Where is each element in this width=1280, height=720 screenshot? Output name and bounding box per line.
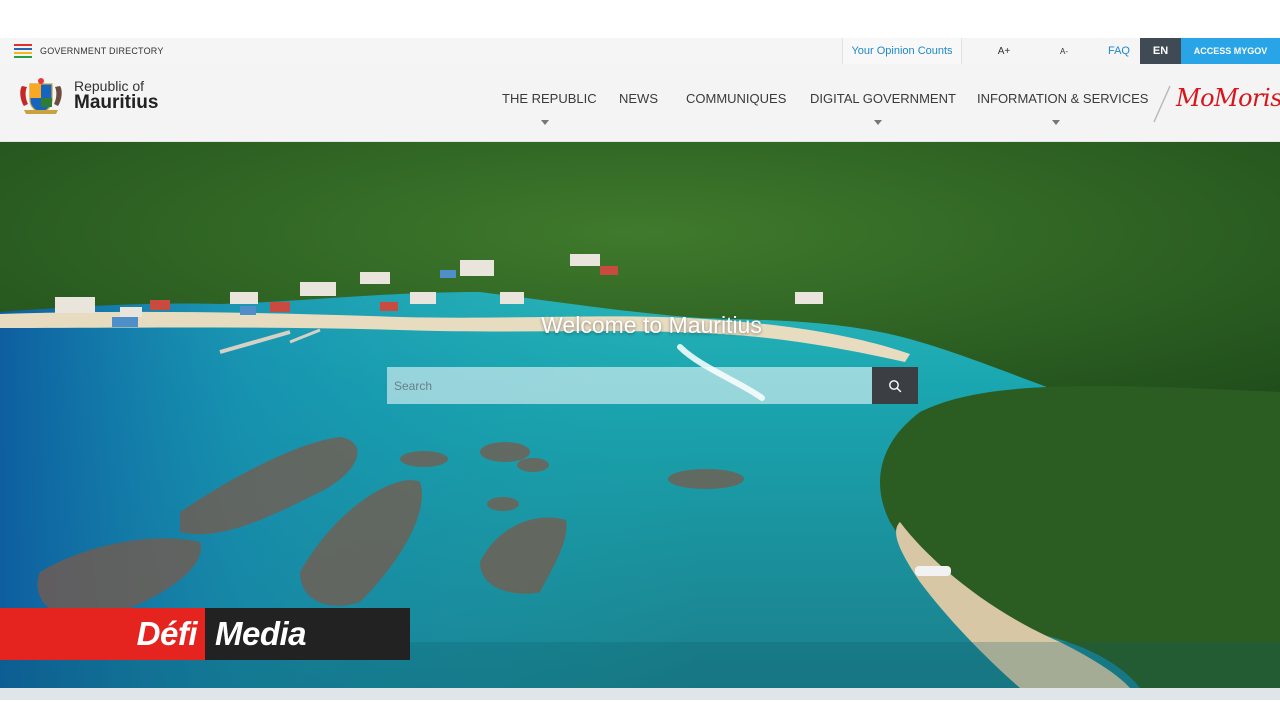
- nav-the-republic[interactable]: THE REPUBLIC: [502, 91, 597, 106]
- language-button[interactable]: EN: [1140, 38, 1181, 64]
- watermark-part-2: Media: [205, 608, 410, 660]
- nav-communiques[interactable]: COMMUNIQUES: [686, 91, 786, 106]
- watermark-part-1: Défi: [0, 608, 205, 660]
- government-directory-link[interactable]: GOVERNMENT DIRECTORY: [14, 38, 164, 64]
- search-button[interactable]: [872, 367, 918, 404]
- defi-media-watermark: Défi Media: [0, 608, 410, 660]
- watermark-text-2: Media: [215, 615, 307, 652]
- site-logo[interactable]: Republic of Mauritius: [16, 76, 158, 116]
- watermark-text-1: Défi: [136, 615, 198, 652]
- chevron-down-icon: [1052, 120, 1060, 125]
- brand-line-1: Republic of: [74, 77, 145, 94]
- divider-slash-icon: [1153, 85, 1171, 123]
- nav-information-services[interactable]: INFORMATION & SERVICES: [977, 91, 1148, 106]
- nav-news[interactable]: NEWS: [619, 91, 658, 106]
- momoris-logo[interactable]: MoMoris: [1176, 84, 1280, 112]
- page-bottom-strip: [0, 688, 1280, 700]
- access-mygov-button[interactable]: ACCESS MYGOV: [1181, 38, 1280, 64]
- screenshot-frame: GOVERNMENT DIRECTORY Your Opinion Counts…: [0, 0, 1280, 720]
- opinion-link[interactable]: Your Opinion Counts: [842, 38, 962, 64]
- search-input[interactable]: [387, 367, 872, 404]
- font-increase-button[interactable]: A+: [982, 38, 1026, 64]
- chevron-down-icon: [541, 120, 549, 125]
- site-header: Republic of Mauritius THE REPUBLIC NEWS …: [0, 64, 1280, 142]
- hero-banner: Welcome to Mauritius: [0, 142, 1280, 688]
- search-icon: [889, 379, 902, 392]
- hero-background-image: [0, 142, 1280, 688]
- coat-of-arms-icon: [20, 78, 62, 114]
- chevron-down-icon: [874, 120, 882, 125]
- hero-title: Welcome to Mauritius: [541, 312, 762, 338]
- search-bar: [387, 367, 918, 404]
- faq-link[interactable]: FAQ: [1100, 38, 1138, 64]
- brand-line-2: Mauritius: [74, 92, 159, 114]
- menu-icon: [14, 44, 32, 58]
- nav-digital-government[interactable]: DIGITAL GOVERNMENT: [810, 91, 956, 106]
- font-decrease-button[interactable]: A-: [1042, 38, 1086, 64]
- government-directory-label: GOVERNMENT DIRECTORY: [40, 46, 164, 56]
- utility-bar: GOVERNMENT DIRECTORY Your Opinion Counts…: [0, 38, 1280, 64]
